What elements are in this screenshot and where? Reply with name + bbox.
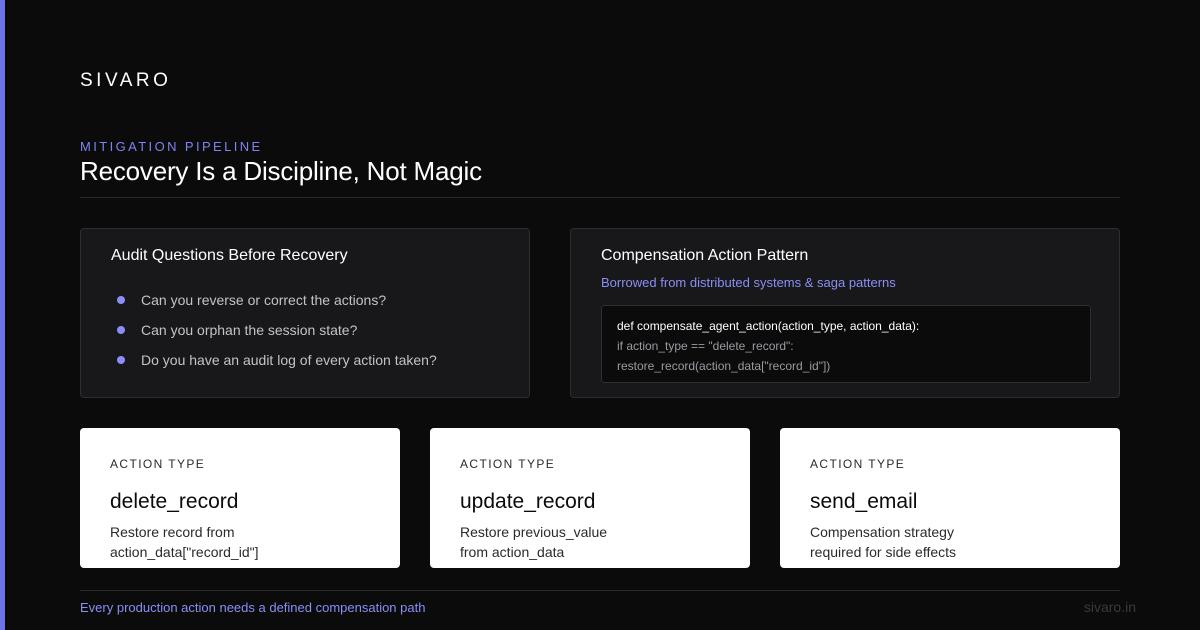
list-item: Do you have an audit log of every action… [111,345,437,375]
header-divider [80,197,1120,198]
list-item-text: Do you have an audit log of every action… [141,352,437,368]
list-item: Can you reverse or correct the actions? [111,285,437,315]
accent-bar [0,0,5,630]
compensation-pattern-panel: Compensation Action Pattern Borrowed fro… [570,228,1120,398]
audit-question-list: Can you reverse or correct the actions? … [111,285,437,375]
bullet-dot-icon [117,296,125,304]
card-description-line: Restore record from [110,524,235,540]
compensation-panel-title: Compensation Action Pattern [601,247,809,264]
card-kicker: ACTION TYPE [110,457,206,471]
card-description-line: Restore previous_value [460,524,608,540]
action-card-send-email: ACTION TYPE send_email Compensation stra… [780,428,1120,568]
card-title: send_email [810,490,918,513]
code-line: restore_record(action_data["record_id"]) [617,359,831,373]
footer-domain: sivaro.in [1083,599,1136,615]
footer-note: Every production action needs a defined … [80,600,426,615]
list-item: Can you orphan the session state? [111,315,437,345]
code-line: if action_type == "delete_record": [617,339,794,353]
card-title: delete_record [110,490,239,513]
card-description: Restore record from action_data["record_… [110,522,370,562]
card-description-line: action_data["record_id"] [110,544,259,560]
page-title: Recovery Is a Discipline, Not Magic [80,156,482,186]
list-item-text: Can you orphan the session state? [141,322,358,338]
compensation-panel-subtitle: Borrowed from distributed systems & saga… [601,275,896,290]
card-title: update_record [460,490,596,513]
card-description: Restore previous_value from action_data [460,522,720,562]
card-description-line: Compensation strategy [810,524,954,540]
audit-questions-panel: Audit Questions Before Recovery Can you … [80,228,530,398]
bullet-dot-icon [117,326,125,334]
footer-divider [80,590,1120,591]
card-description-line: required for side effects [810,544,957,560]
audit-panel-title: Audit Questions Before Recovery [111,247,348,264]
card-description-line: from action_data [460,544,565,560]
card-kicker: ACTION TYPE [810,457,906,471]
code-line: def compensate_agent_action(action_type,… [617,319,920,333]
code-snippet: def compensate_agent_action(action_type,… [601,305,1091,383]
action-card-update-record: ACTION TYPE update_record Restore previo… [430,428,750,568]
card-kicker: ACTION TYPE [460,457,556,471]
section-eyebrow: MITIGATION PIPELINE [80,139,263,154]
card-description: Compensation strategy required for side … [810,522,1070,562]
brand-logo: SIVARO [80,70,172,91]
list-item-text: Can you reverse or correct the actions? [141,292,387,308]
bullet-dot-icon [117,356,125,364]
action-card-delete-record: ACTION TYPE delete_record Restore record… [80,428,400,568]
